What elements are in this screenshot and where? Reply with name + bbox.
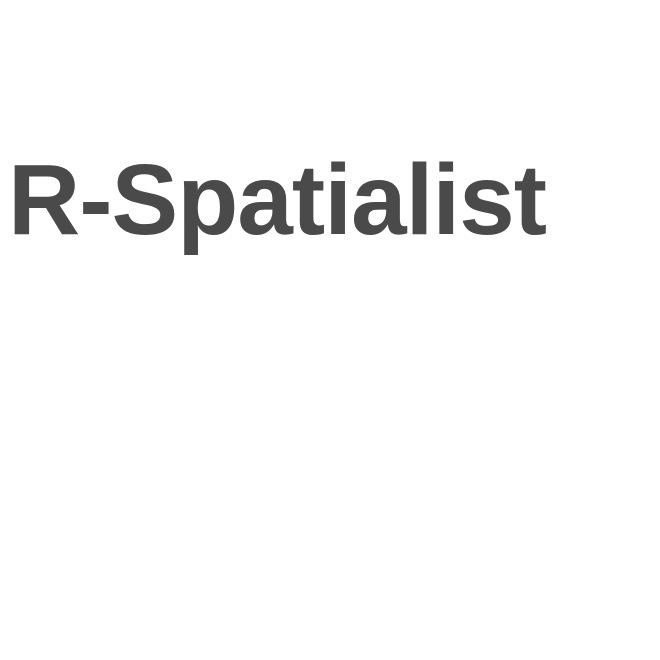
page-canvas: R-Spatialist [0,0,660,660]
page-title: R-Spatialist [8,144,547,256]
